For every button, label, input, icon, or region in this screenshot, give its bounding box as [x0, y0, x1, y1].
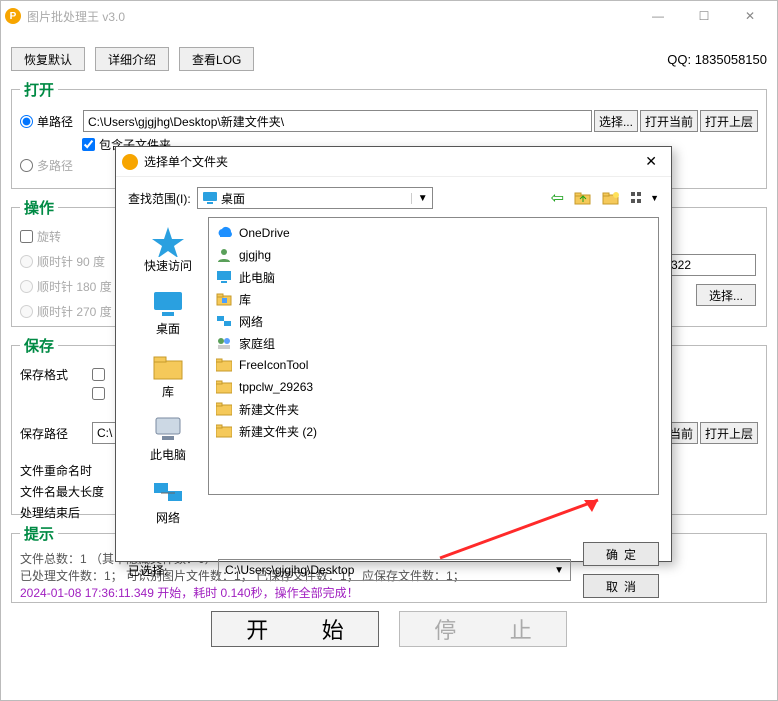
- open-legend: 打开: [20, 79, 58, 100]
- rotate-label: 旋转: [37, 228, 61, 245]
- pc-icon: [215, 268, 233, 286]
- save-format-check2[interactable]: [92, 387, 105, 400]
- right-value-input[interactable]: [666, 254, 756, 276]
- app-title: 图片批处理王 v3.0: [27, 8, 125, 25]
- stop-button: 停 止: [399, 611, 567, 647]
- save-open-parent-button[interactable]: 打开上层: [700, 422, 758, 444]
- save-format-check1[interactable]: [92, 368, 105, 381]
- folder-icon: [215, 400, 233, 418]
- save-legend: 保存: [20, 335, 58, 356]
- folder-dialog: 选择单个文件夹 ✕ 查找范围(I): 桌面 ▼ ⇦ ▼ 快速访问: [115, 146, 672, 562]
- dialog-icon: [122, 154, 138, 170]
- include-subfolders-check[interactable]: [82, 138, 95, 151]
- library-icon: [215, 290, 233, 308]
- cw270-label: 顺时针 270 度: [37, 303, 112, 320]
- place-desktop-label: 桌面: [156, 320, 180, 337]
- list-item[interactable]: 新建文件夹: [213, 398, 654, 420]
- lookin-label: 查找范围(I):: [128, 190, 191, 207]
- folder-icon: [215, 356, 233, 374]
- user-icon: [215, 246, 233, 264]
- dialog-title: 选择单个文件夹: [144, 153, 228, 170]
- save-after-label: 处理结束后: [20, 504, 120, 521]
- list-item[interactable]: 此电脑: [213, 266, 654, 288]
- cw90-label: 顺时针 90 度: [37, 253, 105, 270]
- tips-legend: 提示: [20, 523, 58, 544]
- selected-path-select[interactable]: C:\Users\gjgjhg\Desktop ▼: [218, 559, 571, 581]
- save-maxlen-label: 文件名最大长度: [20, 483, 120, 500]
- list-item[interactable]: tppclw_29263: [213, 376, 654, 398]
- back-icon[interactable]: ⇦: [551, 188, 564, 208]
- open-current-button[interactable]: 打开当前: [640, 110, 698, 132]
- lookin-select[interactable]: 桌面 ▼: [197, 187, 433, 209]
- cw90-radio: [20, 255, 33, 268]
- place-libs[interactable]: 库: [128, 345, 208, 408]
- cancel-button[interactable]: 取消: [583, 574, 659, 598]
- desktop-icon: [202, 190, 218, 206]
- close-button[interactable]: ✕: [727, 1, 773, 31]
- file-list[interactable]: OneDrive gjgjhg 此电脑 库 网络 家庭组 FreeIconToo…: [208, 217, 659, 495]
- ops-legend: 操作: [20, 197, 58, 218]
- single-path-label: 单路径: [37, 113, 73, 130]
- list-item[interactable]: 新建文件夹 (2): [213, 420, 654, 442]
- selected-label: 已选择:: [128, 562, 188, 579]
- place-pc[interactable]: 此电脑: [128, 408, 208, 471]
- list-item[interactable]: FreeIconTool: [213, 354, 654, 376]
- chevron-down-icon: ▼: [554, 565, 564, 576]
- qq-label: QQ: 1835058150: [667, 52, 767, 67]
- place-quick-label: 快速访问: [144, 257, 192, 274]
- place-desktop[interactable]: 桌面: [128, 282, 208, 345]
- place-pc-label: 此电脑: [150, 446, 186, 463]
- new-folder-icon[interactable]: [602, 190, 620, 206]
- list-item[interactable]: OneDrive: [213, 222, 654, 244]
- open-parent-button[interactable]: 打开上层: [700, 110, 758, 132]
- cw270-radio: [20, 305, 33, 318]
- view-menu-icon[interactable]: ▼: [630, 190, 659, 206]
- chevron-down-icon: ▼: [411, 193, 428, 204]
- homegroup-icon: [215, 334, 233, 352]
- selected-path-value: C:\Users\gjgjhg\Desktop: [225, 563, 354, 577]
- rotate-check[interactable]: [20, 230, 33, 243]
- lookin-value: 桌面: [221, 190, 245, 207]
- list-item[interactable]: 库: [213, 288, 654, 310]
- place-quick[interactable]: 快速访问: [128, 219, 208, 282]
- folder-icon: [215, 378, 233, 396]
- place-net-label: 网络: [156, 509, 180, 526]
- cw180-label: 顺时针 180 度: [37, 278, 112, 295]
- single-path-radio[interactable]: [20, 115, 33, 128]
- titlebar: P 图片批处理王 v3.0 — ☐ ✕: [1, 1, 777, 31]
- multi-path-label: 多路径: [37, 157, 73, 174]
- place-libs-label: 库: [162, 383, 174, 400]
- dialog-close-button[interactable]: ✕: [637, 153, 665, 170]
- place-net[interactable]: 网络: [128, 471, 208, 534]
- cw180-radio: [20, 280, 33, 293]
- up-folder-icon[interactable]: [574, 190, 592, 206]
- network-icon: [215, 312, 233, 330]
- select-path-button[interactable]: 选择...: [594, 110, 638, 132]
- list-item[interactable]: gjgjhg: [213, 244, 654, 266]
- save-path-label: 保存路径: [20, 425, 92, 442]
- list-item[interactable]: 网络: [213, 310, 654, 332]
- path-input[interactable]: [83, 110, 592, 132]
- list-item[interactable]: 家庭组: [213, 332, 654, 354]
- app-icon: P: [5, 8, 21, 24]
- minimize-button[interactable]: —: [635, 1, 681, 31]
- save-rename-label: 文件重命名时: [20, 462, 120, 479]
- multi-path-radio[interactable]: [20, 159, 33, 172]
- start-button[interactable]: 开 始: [211, 611, 379, 647]
- ok-button[interactable]: 确定: [583, 542, 659, 566]
- places-bar: 快速访问 桌面 库 此电脑 网络: [128, 217, 208, 534]
- cloud-icon: [215, 224, 233, 242]
- restore-defaults-button[interactable]: 恢复默认: [11, 47, 85, 71]
- detail-button[interactable]: 详细介绍: [95, 47, 169, 71]
- save-format-label: 保存格式: [20, 366, 92, 383]
- right-select-button[interactable]: 选择...: [696, 284, 756, 306]
- folder-icon: [215, 422, 233, 440]
- maximize-button[interactable]: ☐: [681, 1, 727, 31]
- view-log-button[interactable]: 查看LOG: [179, 47, 254, 71]
